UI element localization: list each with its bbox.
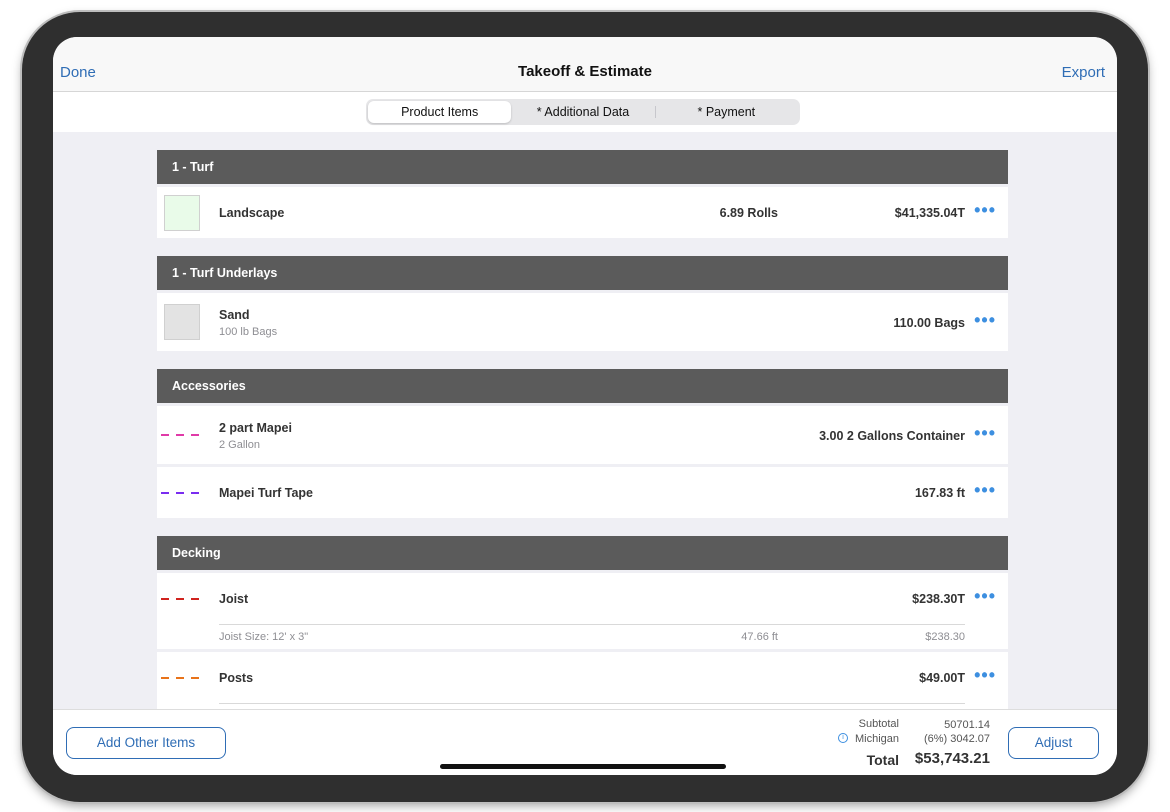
tax-value: (6%) 3042.07: [923, 733, 990, 745]
subtotal-label: Subtotal: [858, 718, 899, 730]
more-options-icon[interactable]: •••: [974, 480, 996, 501]
list-item[interactable]: Mapei Turf Tape 167.83 ft •••: [157, 467, 1008, 518]
adjust-button[interactable]: Adjust: [1008, 727, 1099, 759]
line-style-icon: [161, 434, 201, 436]
tax-region-label: Michigan: [854, 733, 899, 745]
item-name: Sand: [219, 308, 250, 322]
list-item[interactable]: Joist $238.30T ••• Joist Size: 12' x 3" …: [157, 573, 1008, 649]
item-name: Mapei Turf Tape: [219, 486, 313, 500]
item-name: 2 part Mapei: [219, 421, 292, 435]
more-options-icon[interactable]: •••: [974, 423, 996, 444]
more-options-icon[interactable]: •••: [974, 665, 996, 686]
line-style-icon: [161, 598, 201, 600]
item-subtitle: 100 lb Bags: [219, 326, 278, 338]
total-label: Total: [866, 752, 899, 768]
list-item[interactable]: 2 part Mapei 2 Gallon 3.00 2 Gallons Con…: [157, 406, 1008, 464]
item-quantity: 6.89 Rolls: [719, 206, 778, 220]
detail-price: $238.30: [925, 631, 965, 643]
detail-divider: [219, 624, 965, 625]
item-quantity: 167.83 ft: [914, 486, 965, 500]
item-name: Joist: [219, 592, 249, 606]
product-swatch: [164, 304, 200, 340]
item-subtitle: 2 Gallon: [219, 439, 260, 451]
item-name: Posts: [219, 671, 254, 685]
list-item[interactable]: Sand 100 lb Bags 110.00 Bags •••: [157, 293, 1008, 351]
section-header-turf: 1 - Turf: [157, 150, 1008, 184]
product-swatch: [164, 195, 200, 231]
tab-payment[interactable]: * Payment: [654, 101, 798, 123]
section-header-accessories: Accessories: [157, 369, 1008, 403]
export-button[interactable]: Export: [1062, 64, 1105, 81]
item-quantity: 3.00 2 Gallons Container: [819, 429, 965, 443]
detail-divider: [219, 703, 965, 704]
segment-bar: Product Items * Additional Data * Paymen…: [53, 92, 1117, 132]
info-icon[interactable]: i: [838, 733, 848, 743]
tab-product-items[interactable]: Product Items: [368, 101, 512, 123]
product-items-list: 1 - Turf Landscape 6.89 Rolls $41,335.04…: [157, 150, 1008, 712]
more-options-icon[interactable]: •••: [974, 200, 996, 221]
item-name: Landscape: [219, 206, 285, 220]
item-price: $49.00T: [919, 671, 965, 685]
detail-label: Joist Size: 12' x 3": [219, 631, 309, 643]
page-title: Takeoff & Estimate: [518, 63, 652, 80]
app-screen: Done Takeoff & Estimate Export Product I…: [53, 37, 1117, 775]
item-price: $41,335.04T: [894, 206, 965, 220]
item-quantity: 110.00 Bags: [893, 316, 965, 330]
item-price: $238.30T: [912, 592, 965, 606]
home-indicator: [440, 764, 726, 769]
add-other-items-button[interactable]: Add Other Items: [66, 727, 226, 759]
section-header-turf-underlays: 1 - Turf Underlays: [157, 256, 1008, 290]
list-item[interactable]: Landscape 6.89 Rolls $41,335.04T •••: [157, 187, 1008, 238]
more-options-icon[interactable]: •••: [974, 310, 996, 331]
detail-quantity: 47.66 ft: [741, 631, 778, 643]
line-style-icon: [161, 677, 201, 679]
more-options-icon[interactable]: •••: [974, 586, 996, 607]
section-header-decking: Decking: [157, 536, 1008, 570]
line-style-icon: [161, 492, 201, 494]
tab-additional-data[interactable]: * Additional Data: [511, 101, 654, 123]
total-value: $53,743.21: [914, 750, 990, 767]
navigation-bar: Done Takeoff & Estimate Export: [53, 37, 1117, 92]
subtotal-value: 50701.14: [944, 719, 990, 731]
tab-segmented-control: Product Items * Additional Data * Paymen…: [366, 99, 800, 125]
list-item[interactable]: Posts $49.00T •••: [157, 652, 1008, 712]
